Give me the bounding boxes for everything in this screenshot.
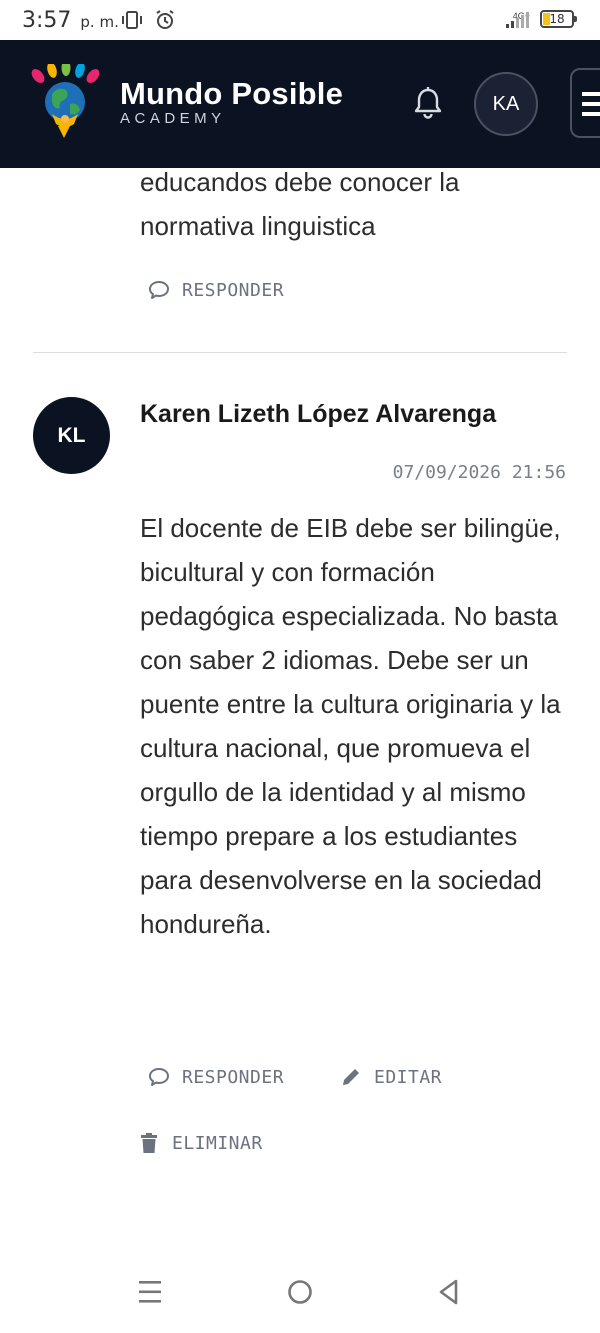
recent-apps-icon[interactable] — [137, 1277, 163, 1307]
reply-button[interactable]: RESPONDER — [148, 279, 284, 301]
user-avatar[interactable]: KA — [474, 72, 538, 136]
status-bar: 3:57 p. m. 4G+ 18 — [0, 0, 600, 40]
status-time: 3:57 p. m. — [22, 8, 119, 33]
author-avatar: KL — [33, 397, 110, 474]
comment-timestamp: 07/09/2026 21:56 — [392, 462, 566, 483]
delete-button[interactable]: ELIMINAR — [138, 1132, 263, 1154]
back-icon[interactable] — [436, 1277, 462, 1307]
battery-level: 18 — [549, 12, 565, 26]
reply-label: RESPONDER — [182, 279, 285, 301]
edit-label: EDITAR — [374, 1066, 443, 1088]
speech-bubble-icon — [149, 281, 169, 299]
edit-button[interactable]: EDITAR — [340, 1066, 442, 1088]
app-header: Mundo Posible ACADEMY KA — [0, 40, 600, 168]
comment-author: Karen Lizeth López Alvarenga — [140, 400, 497, 428]
mundo-posible-logo[interactable] — [30, 64, 100, 140]
brand-title: Mundo Posible — [120, 76, 344, 111]
hamburger-icon — [582, 92, 600, 116]
signal-icon — [506, 12, 529, 28]
reply-label: RESPONDER — [182, 1066, 285, 1088]
notification-bell-icon[interactable] — [410, 84, 446, 120]
brand-subtitle: ACADEMY — [120, 110, 226, 127]
vibrate-icon — [122, 11, 142, 29]
status-time-value: 3:57 — [22, 8, 72, 33]
delete-label: ELIMINAR — [172, 1132, 263, 1154]
speech-bubble-icon — [149, 1068, 169, 1086]
system-nav-bar — [0, 1253, 600, 1333]
reply-button[interactable]: RESPONDER — [148, 1066, 284, 1088]
menu-button[interactable] — [570, 68, 600, 138]
comment-text: El docente de EIB debe ser bilingüe, bic… — [140, 513, 561, 939]
pencil-icon — [343, 1069, 359, 1085]
alarm-icon — [156, 10, 174, 29]
home-icon[interactable] — [286, 1277, 314, 1307]
trash-icon — [141, 1133, 157, 1153]
battery-icon: 18 — [540, 10, 577, 28]
status-ampm: p. m. — [80, 13, 119, 31]
comment-divider — [33, 352, 567, 353]
previous-comment-text: educandos debe conocer la normativa ling… — [140, 167, 460, 241]
